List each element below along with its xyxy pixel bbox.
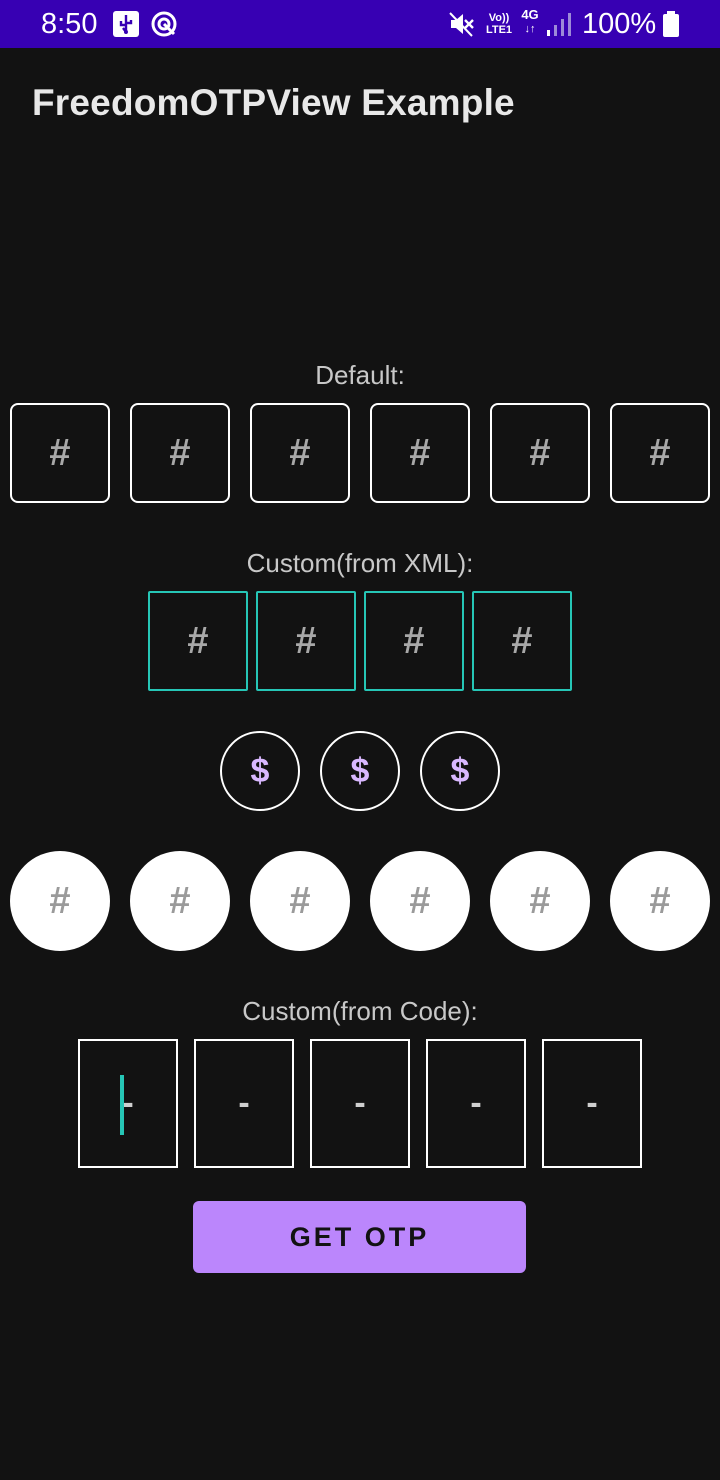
otp-default-box-1[interactable]: #: [10, 403, 110, 503]
network-type: 4G ↓↑: [521, 7, 539, 36]
battery-icon: [662, 8, 680, 40]
otp-default-box-3[interactable]: #: [250, 403, 350, 503]
otp-code-box-4[interactable]: -: [426, 1039, 526, 1168]
otp-default-box-2[interactable]: #: [130, 403, 230, 503]
otp-default-box-5[interactable]: #: [490, 403, 590, 503]
otp-dollar-circle-3[interactable]: $: [420, 731, 500, 811]
default-section-label: Default:: [315, 360, 405, 390]
otp-circle-6[interactable]: #: [610, 851, 710, 951]
otp-code-box-1-value: -: [122, 1084, 134, 1122]
otp-code-box-2[interactable]: -: [194, 1039, 294, 1168]
xml-section-label: Custom(from XML):: [246, 548, 474, 578]
volte-label: Vo)) LTE1: [485, 12, 513, 36]
code-section-label: Custom(from Code):: [242, 996, 478, 1026]
sync-icon: [150, 8, 178, 40]
status-time: 8:50: [41, 8, 98, 40]
otp-xml-box-4[interactable]: #: [472, 591, 572, 691]
otp-circle-1[interactable]: #: [10, 851, 110, 951]
otp-circle-4[interactable]: #: [370, 851, 470, 951]
otp-dollar-circle-1[interactable]: $: [220, 731, 300, 811]
otp-xml-box-2[interactable]: #: [256, 591, 356, 691]
status-bar: 8:50 Vo)) LTE1 4G ↓↑ 100%: [0, 0, 720, 48]
otp-default-box-4[interactable]: #: [370, 403, 470, 503]
otp-circle-2[interactable]: #: [130, 851, 230, 951]
otp-code-box-3[interactable]: -: [310, 1039, 410, 1168]
otp-code-box-5[interactable]: -: [542, 1039, 642, 1168]
text-cursor: [120, 1075, 124, 1135]
otp-dollar-circle-2[interactable]: $: [320, 731, 400, 811]
otp-xml-box-1[interactable]: #: [148, 591, 248, 691]
signal-icon: [546, 8, 572, 40]
battery-percent: 100%: [582, 8, 657, 40]
app-title: FreedomOTPView Example: [32, 82, 515, 123]
usb-icon: [112, 8, 140, 40]
get-otp-button[interactable]: GET OTP: [193, 1201, 526, 1273]
otp-default-box-6[interactable]: #: [610, 403, 710, 503]
otp-circle-5[interactable]: #: [490, 851, 590, 951]
otp-xml-box-3[interactable]: #: [364, 591, 464, 691]
otp-code-box-1[interactable]: -: [78, 1039, 178, 1168]
mute-icon: [448, 8, 476, 40]
otp-circle-3[interactable]: #: [250, 851, 350, 951]
